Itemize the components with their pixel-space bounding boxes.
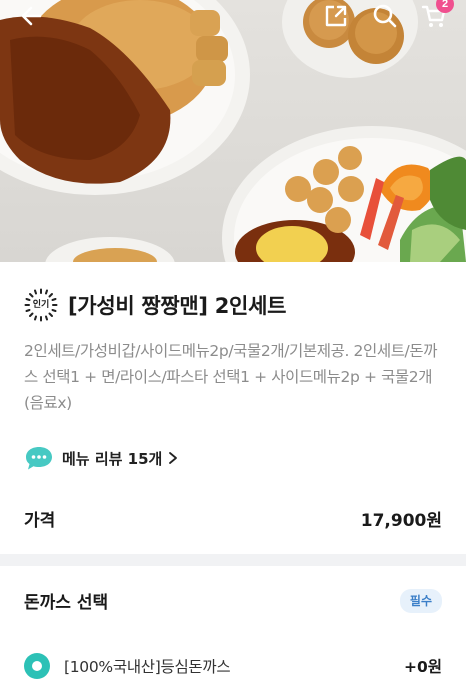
section-divider	[0, 554, 466, 566]
popular-badge-label: 인기	[32, 300, 50, 310]
required-badge: 필수	[399, 588, 442, 613]
menu-review-link[interactable]: 메뉴 리뷰 15개	[24, 444, 178, 472]
food-photo-illustration	[0, 0, 466, 262]
popular-badge: 인기	[24, 288, 58, 322]
share-icon[interactable]	[322, 2, 350, 30]
search-icon[interactable]	[371, 2, 399, 30]
option-price: +0원	[403, 658, 442, 676]
product-title: [가성비 짱짱맨] 2인세트	[68, 294, 287, 318]
option-label: [100%국내산]등심돈까스	[64, 658, 231, 676]
price-row: 가격 17,900원	[24, 506, 442, 531]
option-group-title: 돈까스 선택	[24, 593, 109, 613]
menu-review-label: 메뉴 리뷰 15개	[62, 449, 163, 468]
product-photo: 2	[0, 0, 466, 262]
radio-selected-icon[interactable]	[24, 653, 50, 679]
option-group-header: 돈까스 선택 필수	[24, 588, 442, 613]
top-bar: 2	[0, 0, 466, 36]
chevron-right-icon	[169, 452, 178, 464]
back-arrow-icon[interactable]	[18, 2, 46, 30]
product-description: 2인세트/가성비갑/사이드메뉴2p/국물2개/기본제공. 2인세트/돈까스 선택…	[24, 342, 438, 412]
product-info: 인기 [가성비 짱짱맨] 2인세트 2인세트/가성비갑/사이드메뉴2p/국물2개…	[0, 262, 466, 554]
review-bubble-icon	[26, 447, 52, 470]
cart-count-badge: 2	[436, 0, 454, 13]
title-row: 인기 [가성비 짱짱맨] 2인세트	[24, 288, 286, 322]
price-value: 17,900원	[360, 511, 442, 531]
price-label: 가격	[24, 511, 56, 531]
option-item-sirloin-tonkatsu[interactable]: [100%국내산]등심돈까스 +0원	[24, 652, 442, 680]
